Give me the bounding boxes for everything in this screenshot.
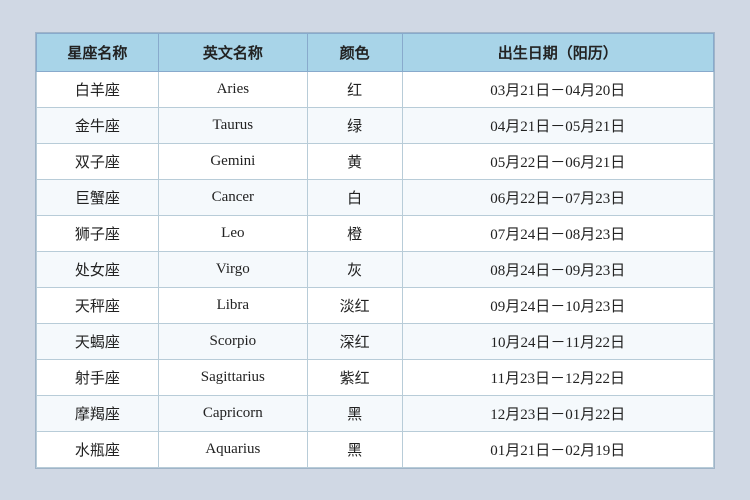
cell-date: 03月21日－04月20日 (402, 71, 713, 107)
cell-zh: 处女座 (37, 251, 159, 287)
cell-date: 06月22日－07月23日 (402, 179, 713, 215)
cell-color: 红 (307, 71, 402, 107)
zodiac-table: 星座名称 英文名称 颜色 出生日期（阳历） 白羊座Aries红03月21日－04… (36, 33, 714, 468)
cell-date: 05月22日－06月21日 (402, 143, 713, 179)
table-row: 狮子座Leo橙07月24日－08月23日 (37, 215, 714, 251)
cell-color: 黑 (307, 395, 402, 431)
cell-date: 01月21日－02月19日 (402, 431, 713, 467)
cell-color: 紫红 (307, 359, 402, 395)
table-row: 水瓶座Aquarius黑01月21日－02月19日 (37, 431, 714, 467)
cell-zh: 天秤座 (37, 287, 159, 323)
cell-en: Taurus (158, 107, 307, 143)
cell-date: 11月23日－12月22日 (402, 359, 713, 395)
header-color: 颜色 (307, 33, 402, 71)
cell-en: Cancer (158, 179, 307, 215)
cell-zh: 金牛座 (37, 107, 159, 143)
header-en: 英文名称 (158, 33, 307, 71)
cell-en: Libra (158, 287, 307, 323)
cell-zh: 摩羯座 (37, 395, 159, 431)
cell-en: Scorpio (158, 323, 307, 359)
cell-en: Leo (158, 215, 307, 251)
cell-zh: 白羊座 (37, 71, 159, 107)
cell-zh: 双子座 (37, 143, 159, 179)
table-header-row: 星座名称 英文名称 颜色 出生日期（阳历） (37, 33, 714, 71)
cell-zh: 天蝎座 (37, 323, 159, 359)
table-row: 巨蟹座Cancer白06月22日－07月23日 (37, 179, 714, 215)
header-date: 出生日期（阳历） (402, 33, 713, 71)
cell-color: 白 (307, 179, 402, 215)
cell-date: 07月24日－08月23日 (402, 215, 713, 251)
cell-zh: 巨蟹座 (37, 179, 159, 215)
table-row: 天秤座Libra淡红09月24日－10月23日 (37, 287, 714, 323)
zodiac-table-container: 星座名称 英文名称 颜色 出生日期（阳历） 白羊座Aries红03月21日－04… (35, 32, 715, 469)
table-row: 天蝎座Scorpio深红10月24日－11月22日 (37, 323, 714, 359)
cell-date: 04月21日－05月21日 (402, 107, 713, 143)
table-row: 金牛座Taurus绿04月21日－05月21日 (37, 107, 714, 143)
cell-color: 深红 (307, 323, 402, 359)
cell-color: 橙 (307, 215, 402, 251)
cell-date: 08月24日－09月23日 (402, 251, 713, 287)
table-row: 射手座Sagittarius紫红11月23日－12月22日 (37, 359, 714, 395)
cell-zh: 狮子座 (37, 215, 159, 251)
table-row: 白羊座Aries红03月21日－04月20日 (37, 71, 714, 107)
cell-color: 绿 (307, 107, 402, 143)
cell-en: Aries (158, 71, 307, 107)
cell-en: Aquarius (158, 431, 307, 467)
table-row: 摩羯座Capricorn黑12月23日－01月22日 (37, 395, 714, 431)
cell-en: Capricorn (158, 395, 307, 431)
cell-en: Gemini (158, 143, 307, 179)
cell-color: 淡红 (307, 287, 402, 323)
table-row: 处女座Virgo灰08月24日－09月23日 (37, 251, 714, 287)
cell-date: 12月23日－01月22日 (402, 395, 713, 431)
cell-zh: 射手座 (37, 359, 159, 395)
table-row: 双子座Gemini黄05月22日－06月21日 (37, 143, 714, 179)
cell-zh: 水瓶座 (37, 431, 159, 467)
cell-color: 灰 (307, 251, 402, 287)
cell-date: 09月24日－10月23日 (402, 287, 713, 323)
cell-en: Sagittarius (158, 359, 307, 395)
header-zh: 星座名称 (37, 33, 159, 71)
cell-color: 黑 (307, 431, 402, 467)
cell-en: Virgo (158, 251, 307, 287)
cell-color: 黄 (307, 143, 402, 179)
cell-date: 10月24日－11月22日 (402, 323, 713, 359)
